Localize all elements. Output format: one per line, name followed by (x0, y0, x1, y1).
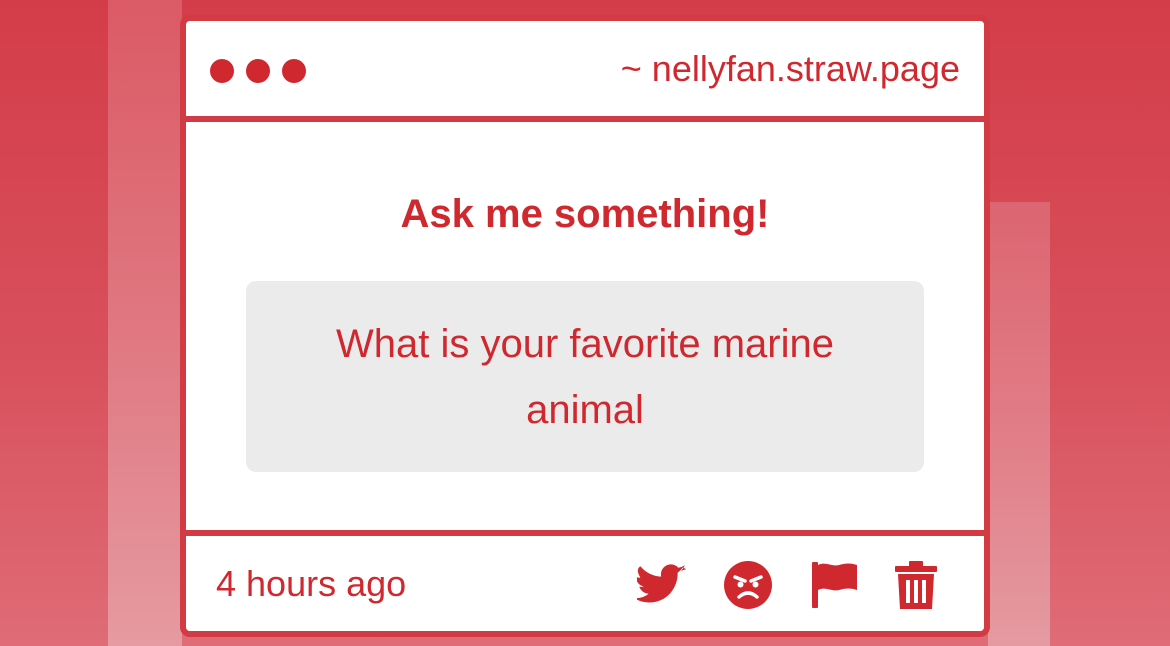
window-dot-icon (210, 59, 234, 83)
window-titlebar: ~ nellyfan.straw.page (186, 21, 984, 116)
card-footer: 4 hours ago (186, 536, 984, 631)
background-panel-left (108, 0, 182, 646)
window-dot-icon (246, 59, 270, 83)
angry-face-icon (723, 560, 773, 610)
trash-icon (894, 560, 938, 610)
window-controls (210, 59, 306, 83)
twitter-share-button[interactable] (636, 561, 688, 609)
delete-button[interactable] (890, 561, 942, 609)
question-box: What is your favorite marine animal (246, 281, 924, 472)
question-text: What is your favorite marine animal (336, 321, 834, 432)
prompt-title: Ask me something! (400, 192, 770, 236)
card-body: Ask me something! What is your favorite … (186, 122, 984, 530)
question-card: ~ nellyfan.straw.page Ask me something! … (180, 15, 990, 637)
timestamp: 4 hours ago (216, 563, 407, 604)
twitter-icon (637, 564, 687, 606)
report-button[interactable] (808, 561, 860, 609)
page-url: ~ nellyfan.straw.page (620, 48, 960, 89)
window-dot-icon (282, 59, 306, 83)
background-panel-right (988, 202, 1050, 646)
react-button[interactable] (722, 561, 774, 609)
flag-icon (809, 560, 859, 610)
